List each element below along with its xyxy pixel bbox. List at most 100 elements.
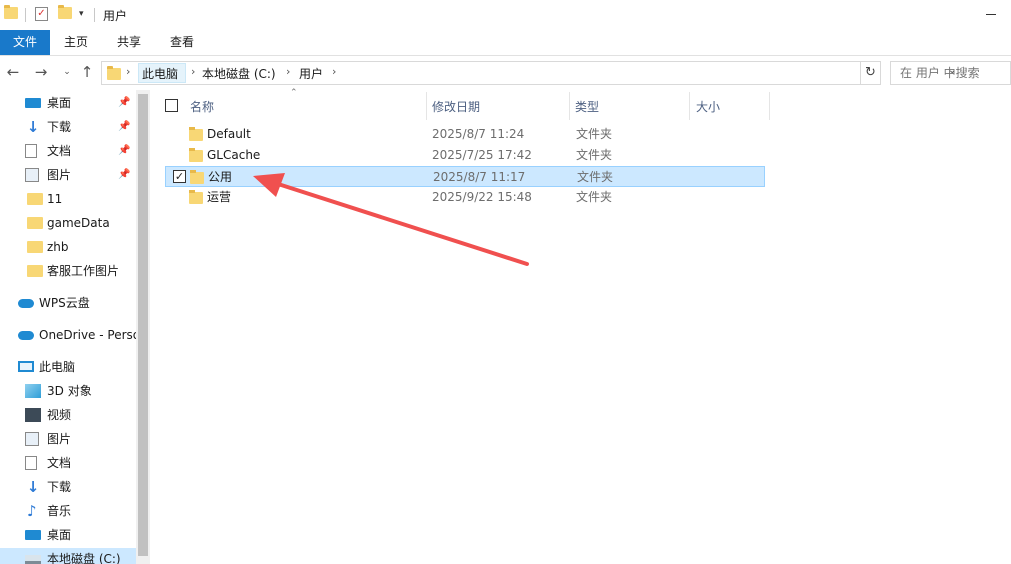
document-icon [25,144,37,158]
folder-icon [27,265,43,277]
sidebar-item-label: 文档 [47,144,72,158]
file-row[interactable]: 运营 2025/9/22 15:48 文件夹 [165,187,765,208]
sidebar-item-label: 桌面 [47,96,72,110]
pc-icon [18,361,34,372]
sidebar-item-downloads-pc[interactable]: ↓ 下载 [0,476,136,498]
column-type[interactable]: 类型 [575,98,599,115]
sidebar-item-pictures[interactable]: 图片 📌 [0,164,136,186]
folder-icon [27,241,43,253]
column-divider[interactable] [769,92,770,120]
ribbon-tabs: 文件 主页 共享 查看 [0,30,1011,56]
sidebar-item-downloads[interactable]: ↓ 下载 📌 [0,116,136,138]
column-date[interactable]: 修改日期 [432,98,480,115]
file-name: GLCache [207,148,261,162]
sidebar-scrollbar[interactable] [136,90,150,564]
recent-locations-icon[interactable]: ⌄ [59,64,75,80]
pin-icon[interactable]: 📌 [118,116,130,138]
drive-icon [25,555,41,564]
chevron-right-icon[interactable]: › [191,65,195,78]
sidebar-item-11[interactable]: 11 [0,188,136,210]
chevron-right-icon[interactable]: › [126,65,130,78]
sidebar-item-label: gameData [47,216,110,230]
sidebar-item-music[interactable]: ♪ 音乐 [0,500,136,522]
sidebar-item-3d-objects[interactable]: 3D 对象 [0,380,136,402]
folder-icon [189,127,203,141]
new-folder-icon[interactable] [58,5,72,19]
file-row[interactable]: Default 2025/8/7 11:24 文件夹 [165,124,765,145]
column-divider[interactable] [426,92,427,120]
tab-view[interactable]: 查看 [160,30,204,55]
up-arrow-icon[interactable]: ↑ [79,64,95,80]
tab-home[interactable]: 主页 [54,30,98,55]
sidebar-item-label: 客服工作图片 [47,264,120,278]
file-row-selected[interactable]: ✓ 公用 2025/8/7 11:17 文件夹 [165,166,765,187]
picture-icon [25,168,39,182]
address-bar[interactable]: › 此电脑 › 本地磁盘 (C:) › 用户 › ⌄ [101,61,956,85]
sidebar-item-local-disk[interactable]: 本地磁盘 (C:) [0,548,136,564]
pin-icon[interactable]: 📌 [118,164,130,186]
pin-icon[interactable]: 📌 [118,92,130,114]
tab-file[interactable]: 文件 [0,30,50,55]
tab-share[interactable]: 共享 [107,30,151,55]
video-icon [25,408,41,422]
file-row[interactable]: GLCache 2025/7/25 17:42 文件夹 [165,145,765,166]
sidebar-item-label: 桌面 [47,528,72,542]
customize-dropdown-icon[interactable]: ▾ [79,9,84,19]
breadcrumb-this-pc[interactable]: 此电脑 [142,65,178,82]
sidebar-item-label: 文档 [47,456,72,470]
forward-arrow-icon[interactable]: → [33,64,49,80]
breadcrumb-local-disk[interactable]: 本地磁盘 (C:) [202,65,276,82]
column-name[interactable]: 名称 [190,98,214,115]
sidebar-item-pictures-pc[interactable]: 图片 [0,428,136,450]
sidebar-item-label: 3D 对象 [47,384,92,398]
sidebar-item-documents[interactable]: 文档 📌 [0,140,136,162]
column-size[interactable]: 大小 [696,98,720,115]
minimize-button[interactable] [986,14,996,15]
folder-icon [107,66,121,80]
sidebar-item-videos[interactable]: 视频 [0,404,136,426]
cloud-icon [18,299,34,308]
sidebar-item-zhb[interactable]: zhb [0,236,136,258]
refresh-button[interactable]: ↻ [861,61,881,85]
sidebar-item-label: 音乐 [47,504,72,518]
back-arrow-icon[interactable]: ← [5,64,21,80]
sidebar-item-label: 下载 [47,120,72,134]
sidebar-item-gamedata[interactable]: gameData [0,212,136,234]
properties-icon[interactable]: ✓ [35,7,48,21]
sidebar-item-label: 图片 [47,168,72,182]
separator [94,8,95,22]
sidebar-item-this-pc[interactable]: 此电脑 [0,356,136,378]
file-date: 2025/7/25 17:42 [432,148,532,162]
onedrive-icon [18,331,34,340]
chevron-right-icon[interactable]: › [332,65,336,78]
pin-icon[interactable]: 📌 [118,140,130,162]
search-input[interactable] [891,62,1010,84]
sidebar-item-support-images[interactable]: 客服工作图片 [0,260,136,282]
file-type: 文件夹 [576,190,613,204]
breadcrumb-users[interactable]: 用户 [299,65,323,82]
sidebar-item-wps-cloud[interactable]: WPS云盘 [0,292,136,314]
file-type: 文件夹 [576,148,613,162]
sidebar-item-label: 此电脑 [39,360,76,374]
sort-arrow-icon: ⌃ [290,88,298,98]
row-checkbox[interactable]: ✓ [173,170,186,183]
column-divider[interactable] [569,92,570,120]
desktop-icon [25,530,41,540]
sidebar-item-label: WPS云盘 [39,296,90,310]
music-icon: ♪ [27,502,37,520]
sidebar-item-onedrive[interactable]: OneDrive - Perso [0,324,136,346]
sidebar-item-label: OneDrive - Perso [39,328,136,342]
folder-icon [4,5,18,19]
search-box[interactable] [890,61,1011,85]
sidebar-item-desktop[interactable]: 桌面 📌 [0,92,136,114]
scrollbar-thumb[interactable] [138,94,148,556]
select-all-checkbox[interactable] [165,99,178,112]
file-name: Default [207,127,251,141]
sidebar-item-label: 本地磁盘 (C:) [47,552,121,564]
sidebar-item-label: 11 [47,192,63,206]
sidebar-item-documents-pc[interactable]: 文档 [0,452,136,474]
refresh-icon: ↻ [865,65,876,80]
chevron-right-icon[interactable]: › [286,65,290,78]
sidebar-item-desktop-pc[interactable]: 桌面 [0,524,136,546]
column-divider[interactable] [689,92,690,120]
